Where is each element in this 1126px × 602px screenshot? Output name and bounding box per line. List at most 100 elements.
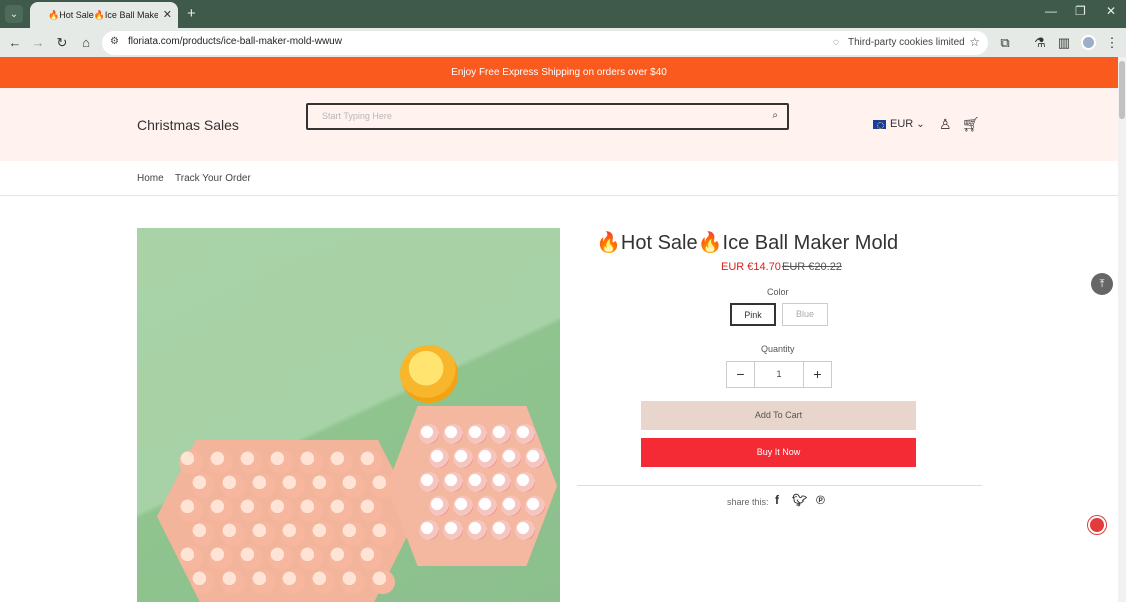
pinterest-icon[interactable]: ℗ [816, 493, 825, 507]
nav-home[interactable]: Home [137, 173, 164, 184]
tab-active[interactable]: 🔥Hot Sale🔥Ice Ball Maker M ✕ [30, 2, 178, 28]
mold-cavity [239, 498, 263, 522]
ice-ball [477, 448, 497, 468]
ice-ball [443, 520, 463, 540]
ice-ball [491, 472, 511, 492]
cookie-chip[interactable]: ◌ Third-party cookies limited [828, 34, 973, 52]
mold-cavity [281, 474, 305, 498]
quantity-stepper: − 1 + [726, 361, 832, 388]
ice-ball [429, 448, 449, 468]
color-option-pink[interactable]: Pink [730, 303, 776, 326]
profile-avatar[interactable] [1081, 35, 1096, 50]
scroll-thumb[interactable] [1119, 61, 1125, 119]
arrow-left-icon[interactable]: ← [6, 34, 24, 52]
ice-ball [453, 496, 473, 516]
search-icon[interactable]: ⌕ [772, 110, 778, 121]
tab-list-button[interactable]: ⌄ [5, 5, 23, 23]
labs-icon[interactable]: ⚗ [1031, 34, 1049, 52]
chat-widget-icon[interactable] [1088, 516, 1106, 534]
browser-toolbar: ← → ↻ ⌂ ⚙ floriata.com/products/ice-ball… [0, 28, 1126, 57]
mold-cavity [179, 498, 203, 522]
ice-ball [467, 424, 487, 444]
scrollbar[interactable] [1118, 57, 1126, 602]
mold-cavity [281, 522, 305, 546]
currency-label: EUR [890, 118, 914, 130]
ice-ball [429, 496, 449, 516]
minimize-button[interactable]: — [1045, 4, 1057, 18]
extensions-icon[interactable]: ⧉ [996, 34, 1014, 52]
mold-cavity [299, 498, 323, 522]
ice-ball [515, 520, 535, 540]
eye-slash-icon: ◌ [833, 37, 839, 48]
ice-ball [501, 496, 521, 516]
close-window-button[interactable]: ✕ [1106, 4, 1116, 18]
quantity-value[interactable]: 1 [755, 362, 803, 387]
ice-ball [515, 472, 535, 492]
mold-cavity [221, 522, 245, 546]
restore-button[interactable]: ❐ [1075, 4, 1086, 18]
bookmark-star-icon[interactable]: ☆ [969, 35, 980, 49]
mold-cavity [311, 522, 335, 546]
mold-cavity [191, 570, 215, 594]
search-input[interactable] [322, 111, 742, 121]
plus-icon[interactable]: + [803, 362, 831, 387]
mold-cavity [179, 450, 203, 474]
mold-cavity [269, 546, 293, 570]
mold-cavity [221, 474, 245, 498]
mold-cavity [191, 522, 215, 546]
ice-ball [443, 424, 463, 444]
reload-icon[interactable]: ↻ [53, 34, 71, 52]
scroll-to-top-icon[interactable]: ⤒ [1091, 273, 1113, 295]
nav-track-order[interactable]: Track Your Order [175, 173, 251, 184]
add-to-cart-button[interactable]: Add To Cart [641, 401, 916, 430]
url-text: floriata.com/products/ice-ball-maker-mol… [128, 36, 342, 47]
mold-cavity [329, 450, 353, 474]
mold-cavity [329, 498, 353, 522]
store-logo[interactable]: Christmas Sales [137, 117, 239, 133]
ice-ball [477, 496, 497, 516]
menu-icon[interactable]: ⋮ [1103, 34, 1121, 52]
buy-now-button[interactable]: Buy It Now [641, 438, 916, 467]
ice-ball [491, 424, 511, 444]
mold-cavity [239, 546, 263, 570]
tab-strip: ⌄ 🔥Hot Sale🔥Ice Ball Maker M ✕ + — ❐ ✕ [0, 0, 1126, 28]
arrow-right-icon[interactable]: → [29, 34, 47, 52]
cart-icon[interactable]: 🛒︎ [962, 116, 980, 133]
home-icon[interactable]: ⌂ [77, 34, 95, 52]
ice-ball [525, 496, 545, 516]
mold-cavity [221, 570, 245, 594]
mold-cavity [251, 474, 275, 498]
product-title: 🔥Hot Sale🔥Ice Ball Maker Mold [596, 232, 899, 254]
mold-cavity [299, 450, 323, 474]
mold-cavity [281, 570, 305, 594]
mold-cavity [239, 450, 263, 474]
currency-selector[interactable]: EUR ⌄ [873, 118, 925, 130]
ice-ball [443, 472, 463, 492]
ice-ball [419, 424, 439, 444]
mold-cavity [269, 498, 293, 522]
sale-price: EUR €14.70 [721, 261, 781, 273]
color-option-blue[interactable]: Blue [782, 303, 828, 326]
ice-ball [501, 448, 521, 468]
facebook-icon[interactable]: f [775, 493, 779, 507]
mold-cavity [179, 546, 203, 570]
ice-ball [525, 448, 545, 468]
color-label: Color [767, 287, 789, 297]
quantity-label: Quantity [761, 344, 795, 354]
minus-icon[interactable]: − [727, 362, 755, 387]
cookie-chip-label: Third-party cookies limited [848, 37, 965, 48]
mold-cavity [209, 498, 233, 522]
product-image[interactable] [137, 228, 560, 602]
divider [577, 485, 982, 486]
tab-close-icon[interactable]: ✕ [163, 8, 172, 21]
twitter-icon[interactable]: 🐦︎ [792, 493, 807, 507]
user-icon[interactable]: ♙ [939, 116, 952, 133]
main-nav: Home Track Your Order [0, 161, 1118, 196]
search-box[interactable]: ⌕ [306, 103, 789, 130]
side-panel-icon[interactable]: ▥ [1055, 34, 1073, 52]
site-info-icon[interactable]: ⚙ [110, 36, 119, 47]
mold-cavity [191, 474, 215, 498]
ice-ball [419, 520, 439, 540]
new-tab-button[interactable]: + [187, 5, 196, 22]
address-bar[interactable]: ⚙ floriata.com/products/ice-ball-maker-m… [102, 31, 988, 55]
